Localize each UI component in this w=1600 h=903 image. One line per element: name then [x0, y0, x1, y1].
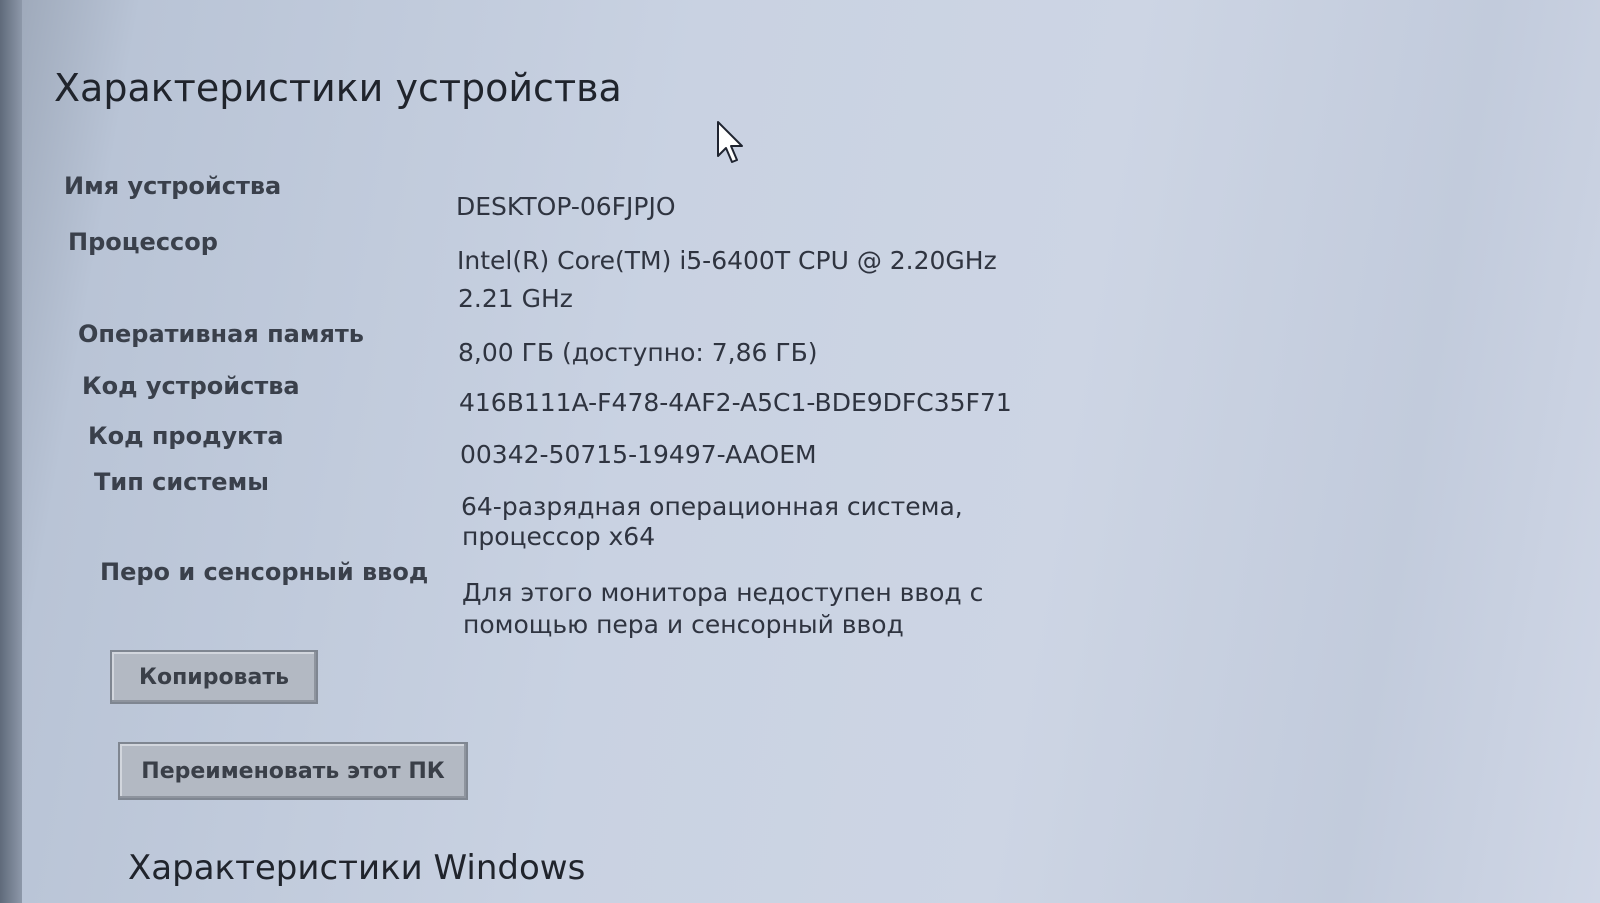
ram-label: Оперативная память: [78, 320, 364, 348]
mouse-pointer-icon: [717, 121, 743, 163]
device-name-value: DESKTOP-06FJPJO: [456, 192, 676, 221]
system-type-value-line2: процессор x64: [462, 522, 656, 551]
pen-touch-value-line2: помощью пера и сенсорный ввод: [463, 610, 904, 639]
device-specifications-page: Характеристики устройства Имя устройства…: [0, 0, 1600, 903]
windows-specifications-heading: Характеристики Windows: [128, 848, 586, 888]
ram-value: 8,00 ГБ (доступно: 7,86 ГБ): [458, 338, 818, 367]
device-id-label: Код устройства: [82, 372, 300, 400]
pen-touch-value: Для этого монитора недоступен ввод с: [462, 578, 984, 607]
copy-button[interactable]: Копировать: [110, 650, 318, 704]
processor-speed-value: 2.21 GHz: [458, 284, 573, 313]
page-title: Характеристики устройства: [54, 66, 622, 110]
system-type-value: 64-разрядная операционная система,: [461, 492, 963, 521]
product-id-label: Код продукта: [88, 422, 284, 450]
pen-touch-label: Перо и сенсорный ввод: [100, 558, 429, 586]
device-name-label: Имя устройства: [64, 172, 282, 200]
processor-value: Intel(R) Core(TM) i5-6400T CPU @ 2.20GHz: [457, 246, 997, 275]
device-id-value[interactable]: 416B111A-F478-4AF2-A5C1-BDE9DFC35F71: [459, 388, 1012, 418]
processor-label: Процессор: [68, 228, 218, 256]
product-id-value[interactable]: 00342-50715-19497-AAOEM: [460, 440, 817, 470]
rename-pc-button[interactable]: Переименовать этот ПК: [118, 742, 468, 800]
system-type-label: Тип системы: [94, 468, 269, 496]
